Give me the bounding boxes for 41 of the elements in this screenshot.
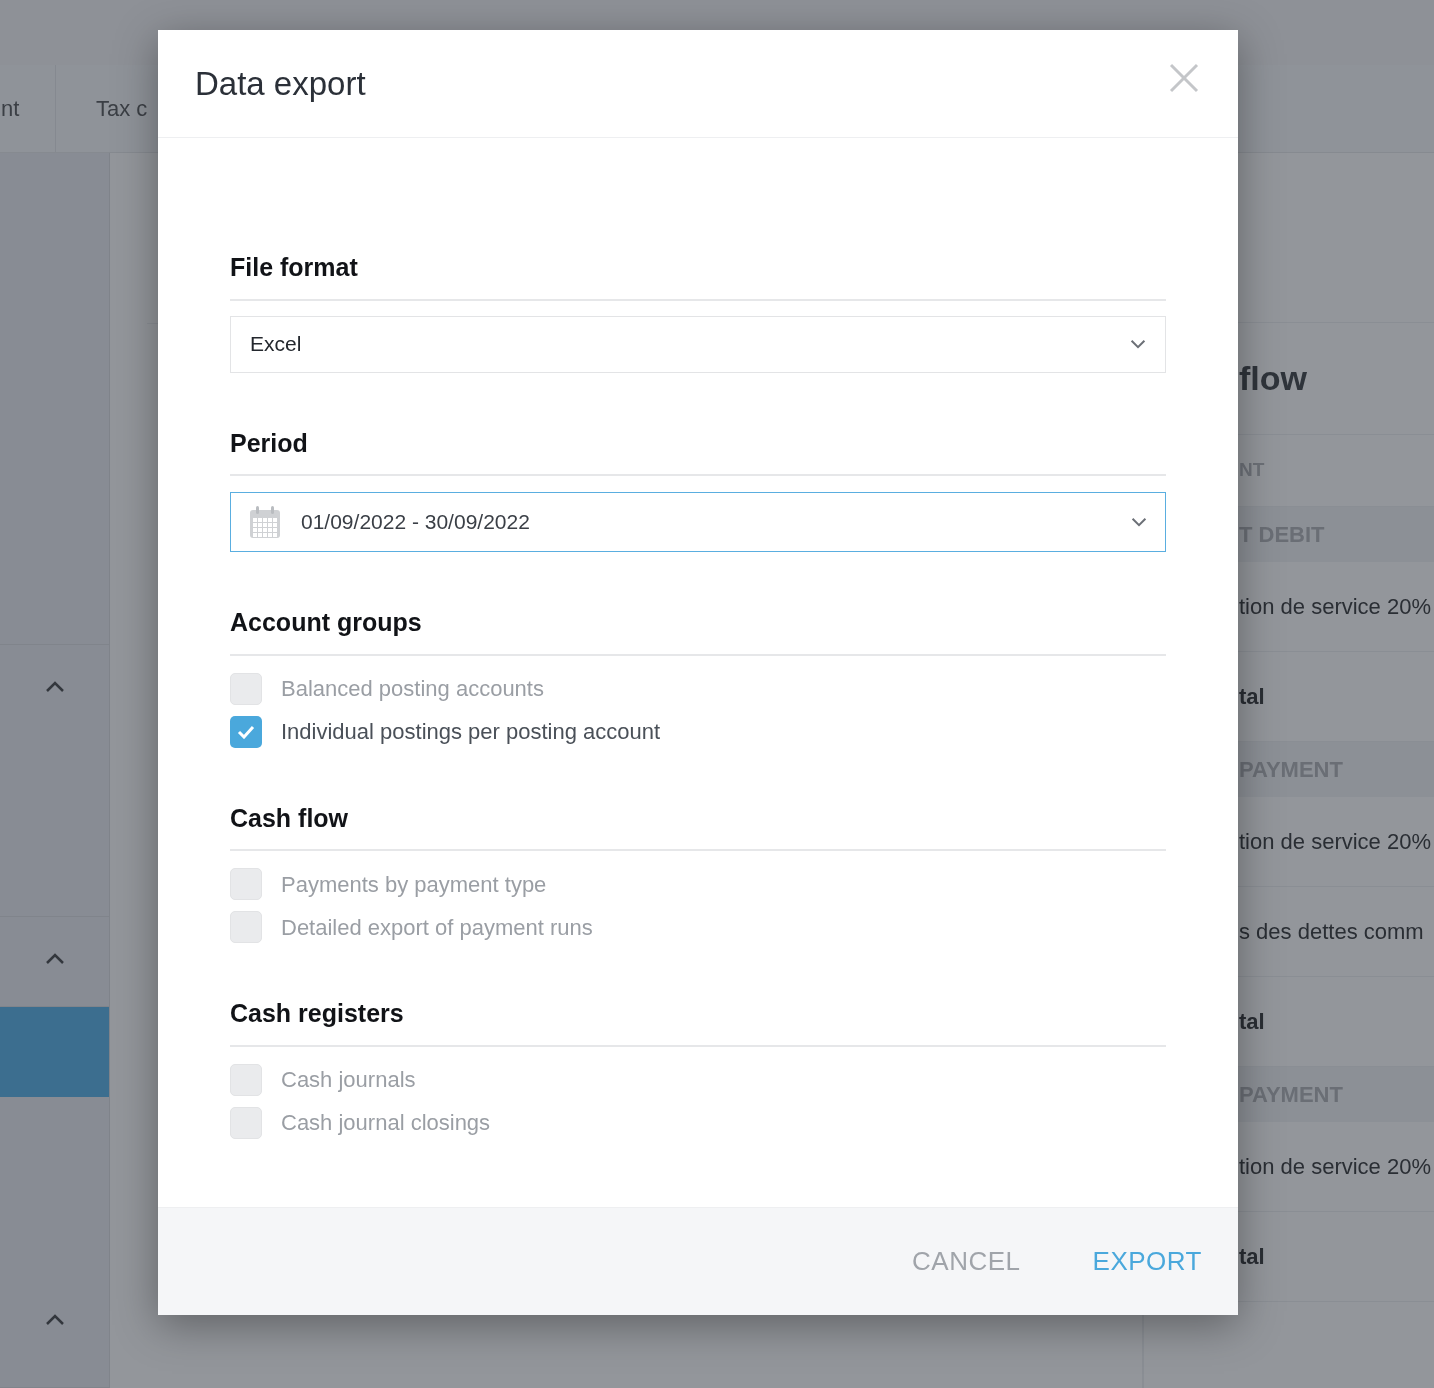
checkbox[interactable]: [230, 672, 262, 705]
panel-row-text: tal: [1239, 1243, 1265, 1271]
chevron-up-icon: [44, 953, 65, 965]
export-button[interactable]: EXPORT: [1092, 1242, 1202, 1281]
checkbox-label: Individual postings per posting account: [281, 718, 661, 746]
section-title: Cash registers: [230, 999, 404, 1027]
panel-row-text: tal: [1239, 683, 1265, 711]
cancel-button[interactable]: CANCEL: [912, 1242, 1021, 1281]
panel-row-text: tion de service 20%: [1239, 1153, 1431, 1181]
calendar-icon: [249, 505, 281, 539]
checkbox[interactable]: [230, 868, 262, 900]
checkbox[interactable]: [230, 715, 262, 748]
sidebar-item[interactable]: [0, 1007, 109, 1097]
close-button[interactable]: [1168, 61, 1200, 94]
section-title: Account groups: [230, 608, 422, 636]
checkmark-icon: [237, 724, 255, 739]
file-format-select[interactable]: Excel: [230, 315, 1166, 373]
tab[interactable]: Tax c: [96, 91, 148, 125]
checkbox-label: Payments by payment type: [281, 870, 547, 899]
panel-title: flow: [1239, 358, 1307, 399]
date-range-field[interactable]: 01/09/2022 - 30/09/2022: [230, 492, 1166, 552]
checkbox[interactable]: [230, 1106, 262, 1139]
checkbox-label: Detailed export of payment runs: [281, 913, 593, 942]
section-title: File format: [230, 253, 358, 281]
section-title: Period: [230, 428, 308, 457]
section-title: Cash flow: [230, 803, 349, 832]
checkbox-label: Cash journals: [281, 1066, 416, 1094]
panel-row-text: s des dettes comm: [1239, 918, 1424, 946]
chevron-up-icon: [44, 681, 65, 693]
tab[interactable]: nt: [1, 91, 20, 125]
checkbox-label: Balanced posting accounts: [281, 675, 544, 703]
panel-row-text: tal: [1239, 1008, 1265, 1036]
checkbox-label: Cash journal closings: [281, 1109, 491, 1137]
panel-row-text: tion de service 20%: [1239, 593, 1431, 621]
chevron-down-icon: [1130, 339, 1146, 349]
panel-row-text: tion de service 20%: [1239, 828, 1431, 856]
chevron-up-icon: [44, 1314, 65, 1326]
chevron-down-icon: [1131, 517, 1147, 527]
dialog-title: Data export: [195, 63, 366, 104]
checkbox[interactable]: [230, 1063, 262, 1096]
checkbox[interactable]: [230, 911, 262, 943]
